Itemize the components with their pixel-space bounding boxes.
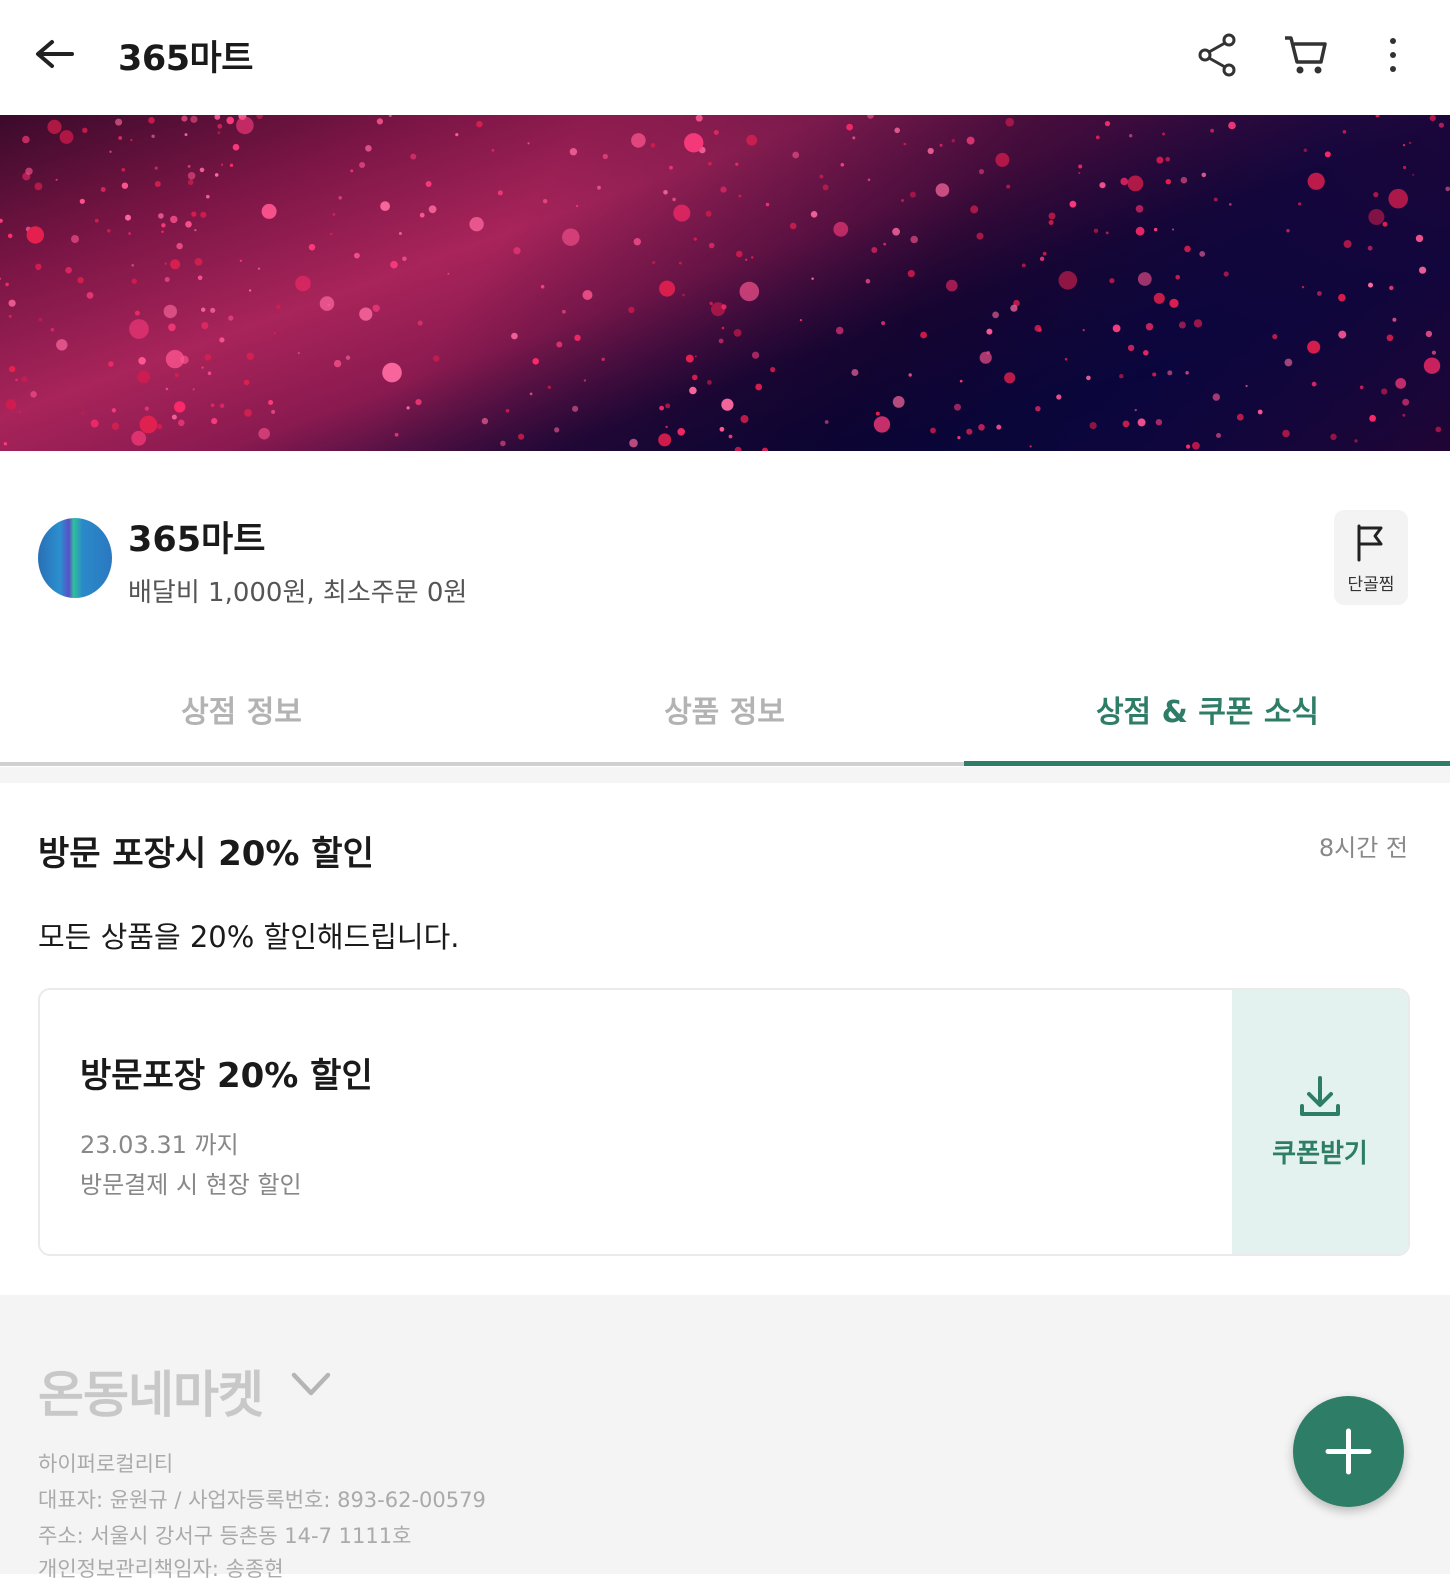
footer-privacy-officer: 개인정보관리책임자: 송종현	[38, 1557, 284, 1581]
store-header: 365마트 배달비 1,000원, 최소주문 0원 단골찜	[0, 451, 1450, 661]
favorite-label: 단골찜	[1347, 575, 1395, 595]
footer-company: 하이퍼로컬리티	[38, 1452, 174, 1476]
coupon-description: 방문결제 시 현장 할인	[80, 1171, 302, 1199]
news-post: 방문 포장시 20% 할인 8시간 전 모든 상품을 20% 할인해드립니다. …	[0, 783, 1450, 1295]
page-title: 365마트	[118, 39, 253, 79]
more-vert-icon[interactable]	[1368, 30, 1418, 80]
chevron-down-icon[interactable]	[288, 1365, 334, 1409]
coupon-card: 방문포장 20% 할인 23.03.31 까지 방문결제 시 현장 할인 쿠폰받…	[38, 988, 1410, 1256]
coupon-expiry: 23.03.31 까지	[80, 1131, 239, 1159]
favorite-store-button[interactable]: 단골찜	[1334, 510, 1408, 605]
cart-icon[interactable]	[1281, 30, 1331, 80]
get-coupon-button[interactable]: 쿠폰받기	[1232, 990, 1408, 1254]
app-bar: 365마트	[0, 0, 1450, 115]
add-fab-button[interactable]	[1293, 1396, 1404, 1507]
footer: 온동네마켓 하이퍼로컬리티 대표자: 윤원규 / 사업자등록번호: 893-62…	[0, 1295, 1450, 1581]
section-divider	[0, 767, 1450, 783]
store-avatar	[38, 518, 112, 598]
flag-icon	[1357, 524, 1383, 562]
tab-product-info[interactable]: 상품 정보	[483, 661, 966, 764]
share-icon[interactable]	[1193, 30, 1243, 80]
store-banner-image	[0, 115, 1450, 451]
get-coupon-label: 쿠폰받기	[1272, 1139, 1368, 1169]
plus-icon	[1325, 1428, 1372, 1475]
tab-store-info[interactable]: 상점 정보	[0, 661, 483, 764]
post-timestamp: 8시간 전	[1318, 834, 1408, 862]
delivery-info: 배달비 1,000원, 최소주문 0원	[128, 578, 468, 608]
footer-brand-logo: 온동네마켓	[38, 1366, 264, 1424]
post-title: 방문 포장시 20% 할인	[38, 834, 374, 874]
post-body: 모든 상품을 20% 할인해드립니다.	[38, 920, 460, 954]
store-name: 365마트	[128, 520, 266, 560]
coupon-title: 방문포장 20% 할인	[80, 1056, 373, 1096]
footer-address: 주소: 서울시 강서구 등촌동 14-7 1111호	[38, 1524, 412, 1548]
active-tab-indicator	[964, 761, 1450, 766]
footer-ceo-bizno: 대표자: 윤원규 / 사업자등록번호: 893-62-00579	[38, 1488, 486, 1512]
back-arrow-icon[interactable]	[28, 30, 80, 82]
download-icon	[1300, 1076, 1340, 1116]
tab-store-coupon-news[interactable]: 상점 & 쿠폰 소식	[966, 661, 1449, 764]
tab-bar: 상점 정보 상품 정보 상점 & 쿠폰 소식	[0, 661, 1450, 767]
